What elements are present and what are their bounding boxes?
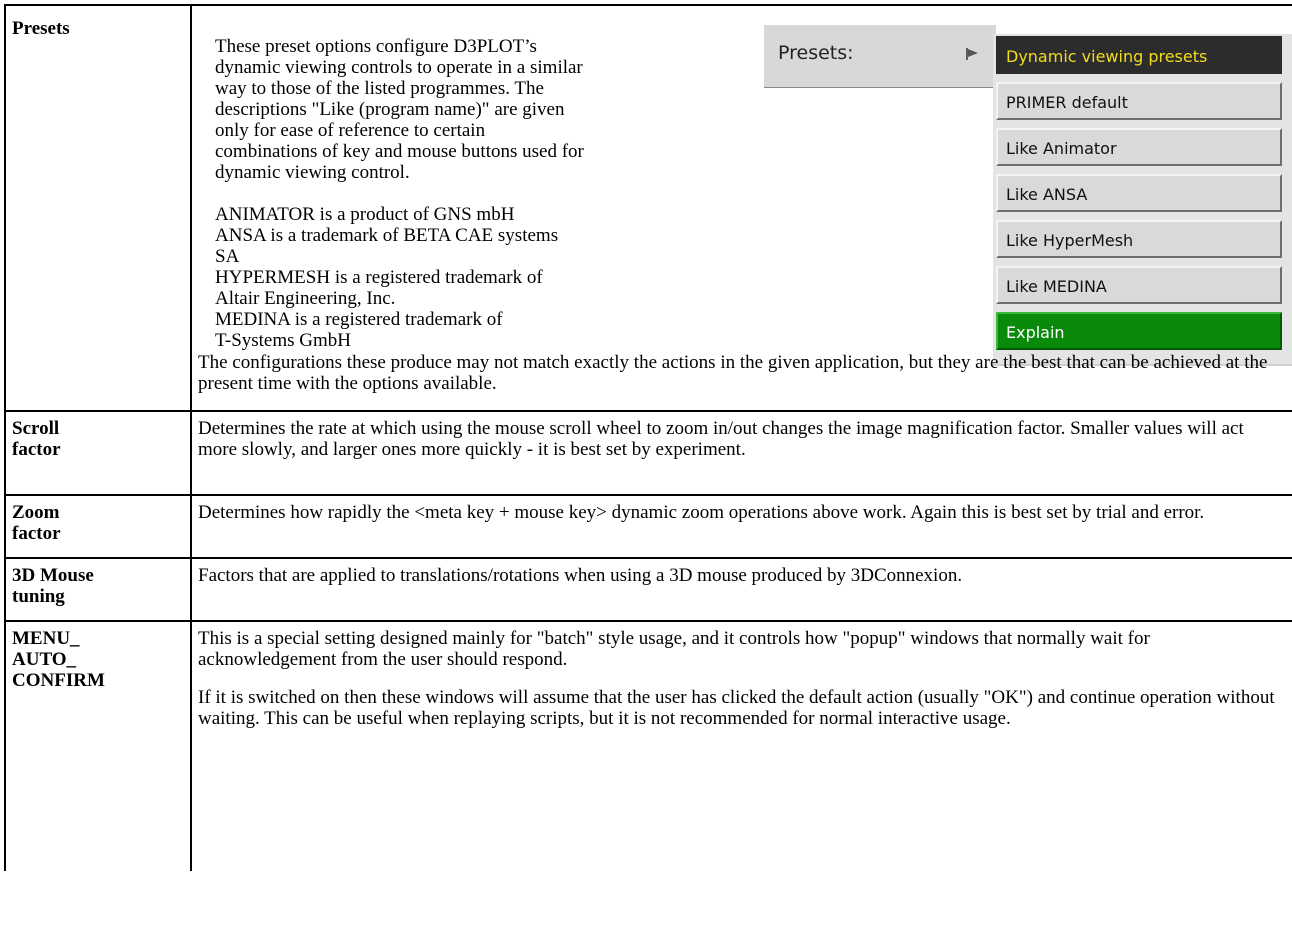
term-label: factor xyxy=(12,439,61,460)
presets-menu-screenshot: Presets: Dynamic viewing presets PRIMER … xyxy=(764,24,1292,370)
text-line: only for ease of reference to certain xyxy=(215,120,486,141)
trademark-line: T-Systems GmbH xyxy=(215,330,352,351)
term-label: Zoom xyxy=(12,502,60,523)
description-text: Factors that are applied to translations… xyxy=(198,565,963,586)
table-row-presets: Presets These preset options configure D… xyxy=(4,4,1292,412)
description-text: Determines how rapidly the <meta key + m… xyxy=(198,502,1205,523)
term-label: CONFIRM xyxy=(12,670,105,691)
desc-menu-auto-confirm: This is a special setting designed mainl… xyxy=(190,620,1292,871)
presets-bar[interactable]: Presets: xyxy=(764,24,996,88)
menu-item-like-ansa[interactable]: Like ANSA xyxy=(996,174,1282,212)
term-label: Scroll xyxy=(12,418,60,439)
presets-dropdown-menu: Dynamic viewing presets PRIMER default L… xyxy=(993,34,1292,366)
trademark-line: Altair Engineering, Inc. xyxy=(215,288,396,309)
trademark-line: ANIMATOR is a product of GNS mbH xyxy=(215,204,515,225)
menu-header-dynamic-viewing-presets: Dynamic viewing presets xyxy=(996,36,1282,74)
text-line: way to those of the listed programmes. T… xyxy=(215,78,544,99)
menu-item-like-animator[interactable]: Like Animator xyxy=(996,128,1282,166)
term-zoom-factor: Zoom factor xyxy=(4,494,192,559)
menu-item-like-hypermesh[interactable]: Like HyperMesh xyxy=(996,220,1282,258)
menu-item-like-medina[interactable]: Like MEDINA xyxy=(996,266,1282,304)
table-row-3d-mouse-tuning: 3D Mouse tuning Factors that are applied… xyxy=(4,557,1292,622)
trademark-line: ANSA is a trademark of BETA CAE systems xyxy=(215,225,559,246)
flag-arrow-icon xyxy=(966,48,978,60)
table-row-scroll-factor: Scroll factor Determines the rate at whi… xyxy=(4,410,1292,496)
term-label: Presets xyxy=(12,18,70,39)
presets-note: The configurations these produce may not… xyxy=(198,352,1268,394)
text-line: combinations of key and mouse buttons us… xyxy=(215,141,584,162)
term-presets: Presets xyxy=(4,4,192,412)
term-label: factor xyxy=(12,523,61,544)
trademark-line: MEDINA is a registered trademark of xyxy=(215,309,503,330)
presets-bar-label: Presets: xyxy=(778,42,854,64)
description-text: If it is switched on then these windows … xyxy=(198,687,1275,729)
text-line: descriptions "Like (program name)" are g… xyxy=(215,99,565,120)
trademark-line: SA xyxy=(215,246,240,267)
explain-button[interactable]: Explain xyxy=(996,312,1282,350)
term-label: 3D Mouse xyxy=(12,565,94,586)
description-text: Determines the rate at which using the m… xyxy=(198,418,1244,460)
term-3d-mouse-tuning: 3D Mouse tuning xyxy=(4,557,192,622)
term-label: AUTO_ xyxy=(12,649,77,670)
settings-table: Presets These preset options configure D… xyxy=(4,4,1292,871)
term-label: tuning xyxy=(12,586,65,607)
desc-presets: These preset options configure D3PLOT’s … xyxy=(190,4,1292,412)
desc-3d-mouse-tuning: Factors that are applied to translations… xyxy=(190,557,1292,622)
text-line: dynamic viewing controls to operate in a… xyxy=(215,57,583,78)
table-row-zoom-factor: Zoom factor Determines how rapidly the <… xyxy=(4,494,1292,559)
desc-scroll-factor: Determines the rate at which using the m… xyxy=(190,410,1292,496)
table-row-menu-auto-confirm: MENU_ AUTO_ CONFIRM This is a special se… xyxy=(4,620,1292,871)
text-line: These preset options configure D3PLOT’s xyxy=(215,36,537,57)
description-text: This is a special setting designed mainl… xyxy=(198,628,1150,670)
term-menu-auto-confirm: MENU_ AUTO_ CONFIRM xyxy=(4,620,192,871)
term-label: MENU_ xyxy=(12,628,80,649)
text-line: dynamic viewing control. xyxy=(215,162,410,183)
desc-zoom-factor: Determines how rapidly the <meta key + m… xyxy=(190,494,1292,559)
term-scroll-factor: Scroll factor xyxy=(4,410,192,496)
menu-item-primer-default[interactable]: PRIMER default xyxy=(996,82,1282,120)
trademark-line: HYPERMESH is a registered trademark of xyxy=(215,267,543,288)
presets-description: These preset options configure D3PLOT’s … xyxy=(215,36,755,351)
